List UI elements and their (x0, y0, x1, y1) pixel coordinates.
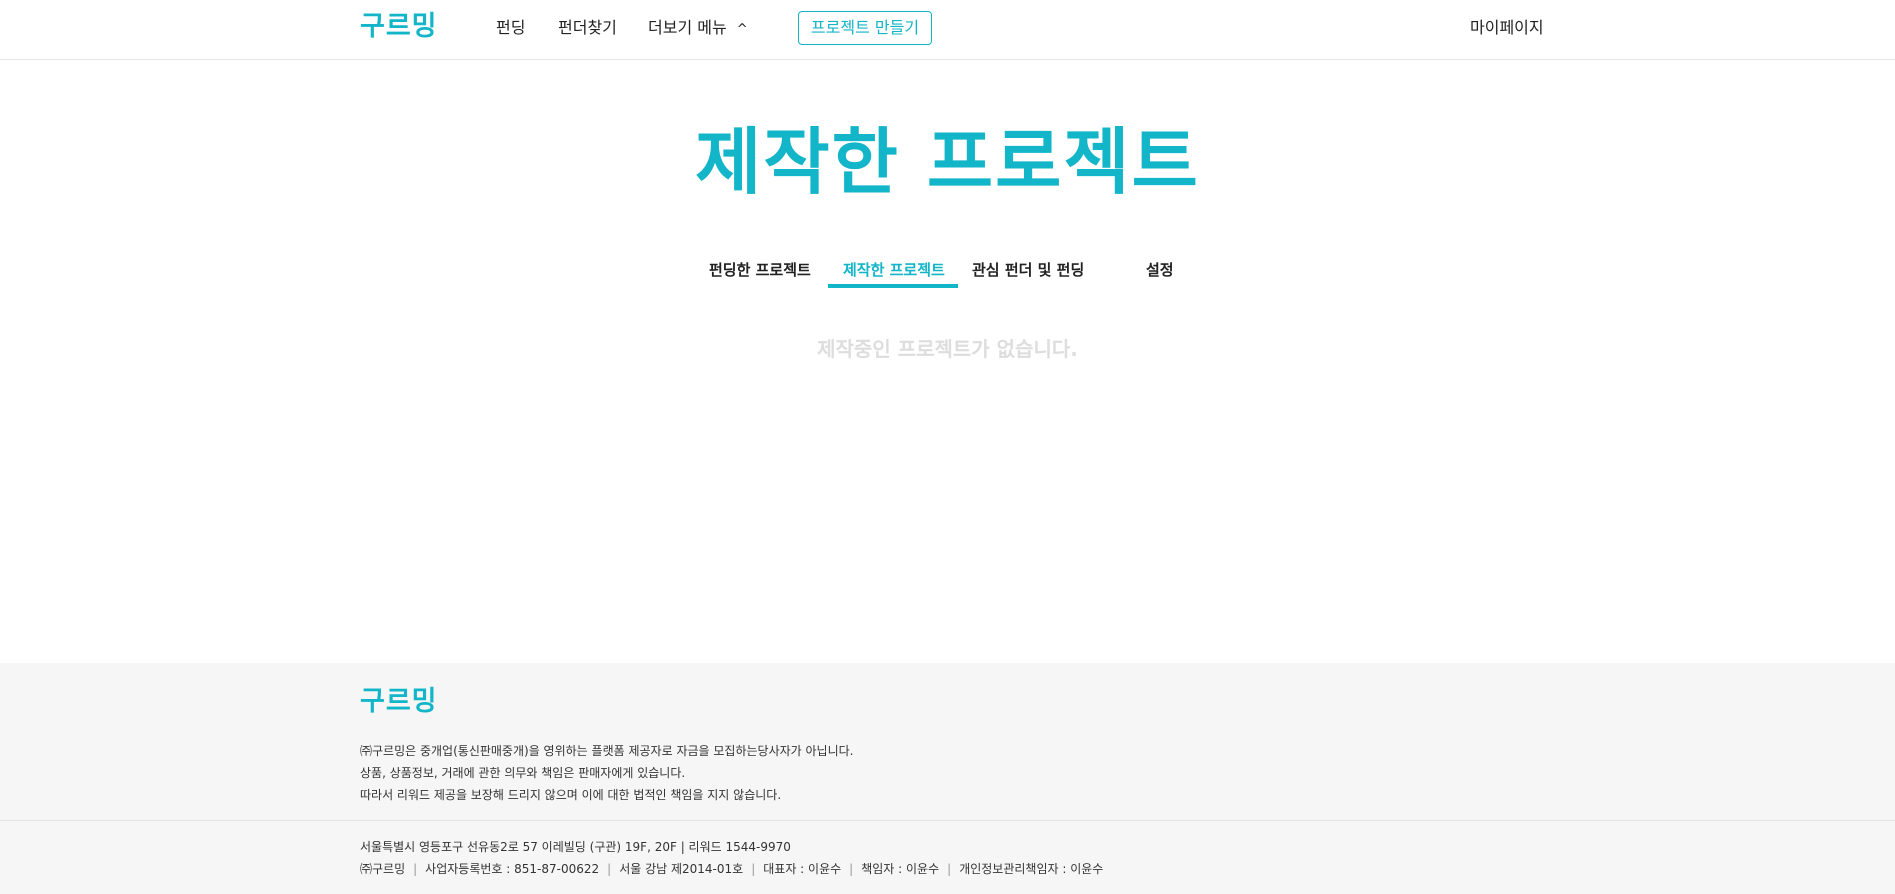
footer-divider (0, 820, 1895, 821)
business-info: 서울특별시 영등포구 선유동2로 57 이레빌딩 (구관) 19F, 20F |… (360, 836, 1103, 880)
nav-funding[interactable]: 펀딩 (496, 18, 525, 38)
active-tab-indicator (828, 284, 958, 288)
footer-notice: ㈜구르밍은 중개업(통신판매중개)을 영위하는 플랫폼 제공자로 자금을 모집하… (360, 740, 853, 806)
separator: | (607, 862, 612, 876)
notice-line: 상품, 상품정보, 거래에 관한 의무와 책임은 판매자에게 있습니다. (360, 766, 686, 780)
privacy-officer: 개인정보관리책임자 : 이윤수 (959, 862, 1104, 876)
notice-line: ㈜구르밍은 중개업(통신판매중개)을 영위하는 플랫폼 제공자로 자금을 모집하… (360, 744, 854, 758)
empty-state-message: 제작중인 프로젝트가 없습니다. (817, 337, 1078, 361)
separator: | (947, 862, 952, 876)
company-name: ㈜구르밍 (360, 862, 406, 876)
nav-find-funder[interactable]: 펀더찾기 (558, 18, 617, 38)
project-tabs: 펀딩한 프로젝트 제작한 프로젝트 관심 펀더 및 펀딩 설정 (0, 260, 1895, 290)
company-address: 서울특별시 영등포구 선유동2로 57 이레빌딩 (구관) 19F, 20F |… (360, 840, 791, 854)
nav-more-menu[interactable]: 더보기 메뉴 ^ (648, 18, 748, 40)
manager-name: 책임자 : 이윤수 (861, 862, 940, 876)
separator: | (751, 862, 756, 876)
create-project-button[interactable]: 프로젝트 만들기 (798, 11, 932, 45)
tab-created-projects[interactable]: 제작한 프로젝트 (843, 260, 945, 280)
tab-funded-projects[interactable]: 펀딩한 프로젝트 (709, 260, 811, 280)
footer-logo: 구르밍 (360, 686, 438, 717)
separator: | (413, 862, 418, 876)
top-header: 구르밍 펀딩 펀더찾기 더보기 메뉴 ^ 프로젝트 만들기 마이페이지 (0, 0, 1895, 60)
brand-logo[interactable]: 구르밍 (360, 13, 438, 40)
mypage-link[interactable]: 마이페이지 (1470, 18, 1544, 38)
footer: 구르밍 ㈜구르밍은 중개업(통신판매중개)을 영위하는 플랫폼 제공자로 자금을… (0, 663, 1895, 894)
tab-interested-funders[interactable]: 관심 펀더 및 펀딩 (972, 260, 1084, 280)
notice-line: 따라서 리워드 제공을 보장해 드리지 않으며 이에 대한 법적인 책임을 지지… (360, 788, 782, 802)
business-number: 사업자등록번호 : 851-87-00622 (425, 862, 600, 876)
page-title: 제작한 프로젝트 (695, 120, 1200, 204)
company-details: ㈜구르밍 | 사업자등록번호 : 851-87-00622 | 서울 강남 제2014-… (360, 858, 1103, 880)
tab-settings[interactable]: 설정 (1146, 260, 1174, 280)
license-number: 서울 강남 제2014-01호 (619, 862, 744, 876)
nav-more-label: 더보기 메뉴 (648, 18, 727, 37)
chevron-up-icon: ^ (736, 22, 748, 37)
separator: | (849, 862, 854, 876)
ceo-name: 대표자 : 이윤수 (763, 862, 842, 876)
